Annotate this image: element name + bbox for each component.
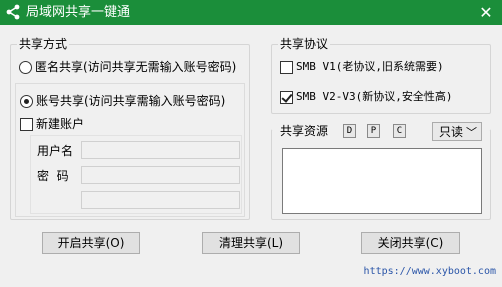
- title-bar: 局域网共享一键通 ✕: [0, 0, 502, 25]
- smb1-checkbox[interactable]: [280, 60, 293, 74]
- drive-d-button[interactable]: D: [343, 124, 356, 138]
- permission-value: 只读: [439, 125, 464, 139]
- share-mode-title: 共享方式: [17, 37, 70, 52]
- anonymous-share-label: 匿名共享(访问共享无需输入账号密码): [35, 60, 237, 74]
- website-link[interactable]: https://www.xyboot.com: [364, 266, 496, 277]
- stop-share-button[interactable]: 关闭共享(C): [361, 232, 460, 254]
- share-mode-group: 共享方式 匿名共享(访问共享无需输入账号密码) 账号共享(访问共享需输入账号密码…: [10, 37, 250, 220]
- anonymous-share-option[interactable]: 匿名共享(访问共享无需输入账号密码): [19, 59, 236, 75]
- confirm-password-field: [81, 191, 240, 209]
- resources-group: 共享资源 D P C 只读 ﹀: [271, 122, 491, 220]
- smb1-option[interactable]: SMB V1(老协议,旧系统需要): [280, 59, 444, 75]
- new-account-label: 新建账户: [36, 117, 85, 131]
- protocol-title: 共享协议: [278, 37, 331, 52]
- new-account-option[interactable]: 新建账户: [20, 116, 84, 132]
- close-icon[interactable]: ✕: [470, 0, 502, 25]
- resources-list[interactable]: [282, 148, 482, 214]
- smb1-label: SMB V1(老协议,旧系统需要): [296, 60, 444, 73]
- password-label: 密 码: [37, 169, 69, 183]
- new-account-checkbox[interactable]: [20, 117, 33, 131]
- anonymous-share-radio[interactable]: [19, 60, 32, 74]
- smb23-checkbox[interactable]: [280, 90, 293, 104]
- password-field: [81, 166, 240, 184]
- account-share-option[interactable]: 账号共享(访问共享需输入账号密码): [20, 93, 225, 109]
- resources-title: 共享资源: [280, 124, 329, 138]
- permission-select[interactable]: 只读 ﹀: [432, 122, 482, 141]
- drive-c-button[interactable]: C: [393, 124, 406, 138]
- clean-share-button[interactable]: 清理共享(L): [202, 232, 300, 254]
- share-app-icon: [6, 4, 20, 20]
- username-label: 用户名: [37, 144, 74, 158]
- start-share-button[interactable]: 开启共享(O): [42, 232, 140, 254]
- account-fields-panel: 用户名 密 码: [30, 135, 242, 214]
- chevron-down-icon: ﹀: [466, 126, 477, 139]
- smb23-label: SMB V2-V3(新协议,安全性高): [296, 90, 453, 103]
- window-client: 共享方式 匿名共享(访问共享无需输入账号密码) 账号共享(访问共享需输入账号密码…: [0, 25, 502, 287]
- smb23-option[interactable]: SMB V2-V3(新协议,安全性高): [280, 89, 452, 105]
- drive-p-button[interactable]: P: [367, 124, 380, 138]
- protocol-group: 共享协议 SMB V1(老协议,旧系统需要) SMB V2-V3(新协议,安全性…: [271, 37, 491, 114]
- account-share-label: 账号共享(访问共享需输入账号密码): [36, 94, 226, 108]
- window-title: 局域网共享一键通: [26, 5, 131, 20]
- account-share-radio[interactable]: [20, 94, 33, 108]
- username-field: [81, 141, 240, 159]
- account-share-panel: 账号共享(访问共享需输入账号密码) 新建账户 用户名 密 码: [15, 83, 245, 217]
